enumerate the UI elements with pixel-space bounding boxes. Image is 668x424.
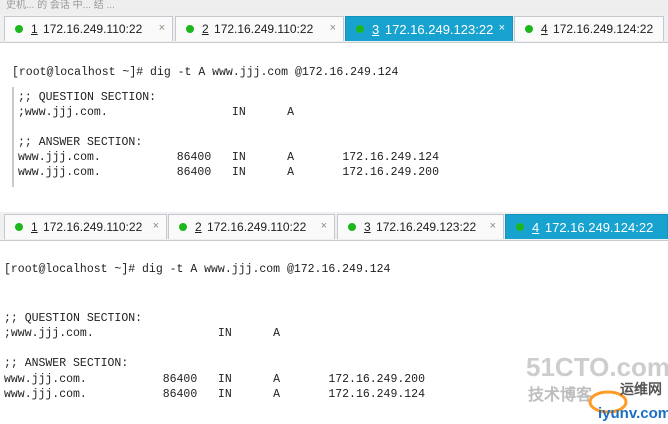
close-icon[interactable]: × bbox=[499, 22, 505, 34]
bottom-tab-2[interactable]: 2 172.16.249.110:22 × bbox=[168, 214, 335, 239]
connected-status-icon bbox=[348, 223, 356, 231]
answer-record: www.jjj.com. 86400 IN A 172.16.249.200 bbox=[18, 166, 439, 179]
answer-record: www.jjj.com. 86400 IN A 172.16.249.124 bbox=[18, 151, 439, 164]
question-header: ;; QUESTION SECTION: bbox=[4, 312, 143, 325]
command-line: [root@localhost ~]# dig -t A www.jjj.com… bbox=[4, 263, 391, 276]
connected-status-icon bbox=[356, 25, 364, 33]
tab-label: 1 172.16.249.110:22 bbox=[31, 220, 143, 234]
tab-label: 4 172.16.249.124:22 bbox=[532, 220, 654, 235]
watermark-url: iyunv.com bbox=[598, 405, 668, 422]
answer-header: ;; ANSWER SECTION: bbox=[4, 357, 129, 370]
connected-status-icon bbox=[15, 25, 23, 33]
browser-strip: 史机... 的 会话 中... 结 ... bbox=[0, 0, 668, 15]
close-icon[interactable]: × bbox=[490, 220, 496, 232]
bottom-tab-1[interactable]: 1 172.16.249.110:22 × bbox=[4, 214, 167, 239]
browser-strip-text: 史机... 的 会话 中... 结 ... bbox=[6, 0, 115, 11]
top-tab-2[interactable]: 2 172.16.249.110:22 × bbox=[175, 16, 344, 41]
question-header: ;; QUESTION SECTION: bbox=[18, 91, 157, 104]
bottom-tab-bar: 1 172.16.249.110:22 × 2 172.16.249.110:2… bbox=[0, 212, 668, 241]
top-tab-1[interactable]: 1 172.16.249.110:22 × bbox=[4, 16, 173, 41]
tab-label: 1 172.16.249.110:22 bbox=[31, 22, 143, 36]
tab-label: 2 172.16.249.110:22 bbox=[195, 220, 307, 234]
top-tab-3[interactable]: 3 172.16.249.123:22 × bbox=[345, 16, 513, 41]
question-record: ;www.jjj.com. IN A bbox=[18, 106, 295, 119]
close-icon[interactable]: × bbox=[330, 22, 336, 34]
connected-status-icon bbox=[179, 223, 187, 231]
connected-status-icon bbox=[516, 223, 524, 231]
close-icon[interactable]: × bbox=[153, 220, 159, 232]
connected-status-icon bbox=[525, 25, 533, 33]
connected-status-icon bbox=[186, 25, 194, 33]
output-margin-line bbox=[12, 87, 14, 187]
tab-label: 3 172.16.249.123:22 bbox=[364, 220, 477, 234]
close-icon[interactable]: × bbox=[159, 22, 165, 34]
close-icon[interactable]: × bbox=[321, 220, 327, 232]
answer-record: www.jjj.com. 86400 IN A 172.16.249.124 bbox=[4, 388, 425, 401]
top-terminal[interactable]: [root@localhost ~]# dig -t A www.jjj.com… bbox=[0, 43, 668, 209]
bottom-tab-3[interactable]: 3 172.16.249.123:22 × bbox=[337, 214, 504, 239]
tab-label: 4 172.16.249.124:22 bbox=[541, 22, 654, 36]
watermark-tagline: 技术博客 bbox=[528, 385, 593, 404]
connected-status-icon bbox=[15, 223, 23, 231]
tab-label: 2 172.16.249.110:22 bbox=[202, 22, 314, 36]
answer-record: www.jjj.com. 86400 IN A 172.16.249.200 bbox=[4, 373, 425, 386]
tab-label: 3 172.16.249.123:22 bbox=[372, 22, 494, 37]
top-tab-bar: 1 172.16.249.110:22 × 2 172.16.249.110:2… bbox=[0, 14, 668, 43]
top-tab-4[interactable]: 4 172.16.249.124:22 bbox=[514, 16, 664, 41]
answer-header: ;; ANSWER SECTION: bbox=[18, 136, 143, 149]
watermark-sub: 运维网 bbox=[620, 381, 662, 398]
question-record: ;www.jjj.com. IN A bbox=[4, 327, 281, 340]
bottom-tab-4[interactable]: 4 172.16.249.124:22 bbox=[505, 214, 668, 239]
site-watermark: 51CTO.com 技术博客 运维网 iyunv.com bbox=[526, 352, 668, 422]
command-line: [root@localhost ~]# dig -t A www.jjj.com… bbox=[12, 66, 399, 79]
watermark-site-text: 51CTO.com bbox=[526, 352, 668, 382]
